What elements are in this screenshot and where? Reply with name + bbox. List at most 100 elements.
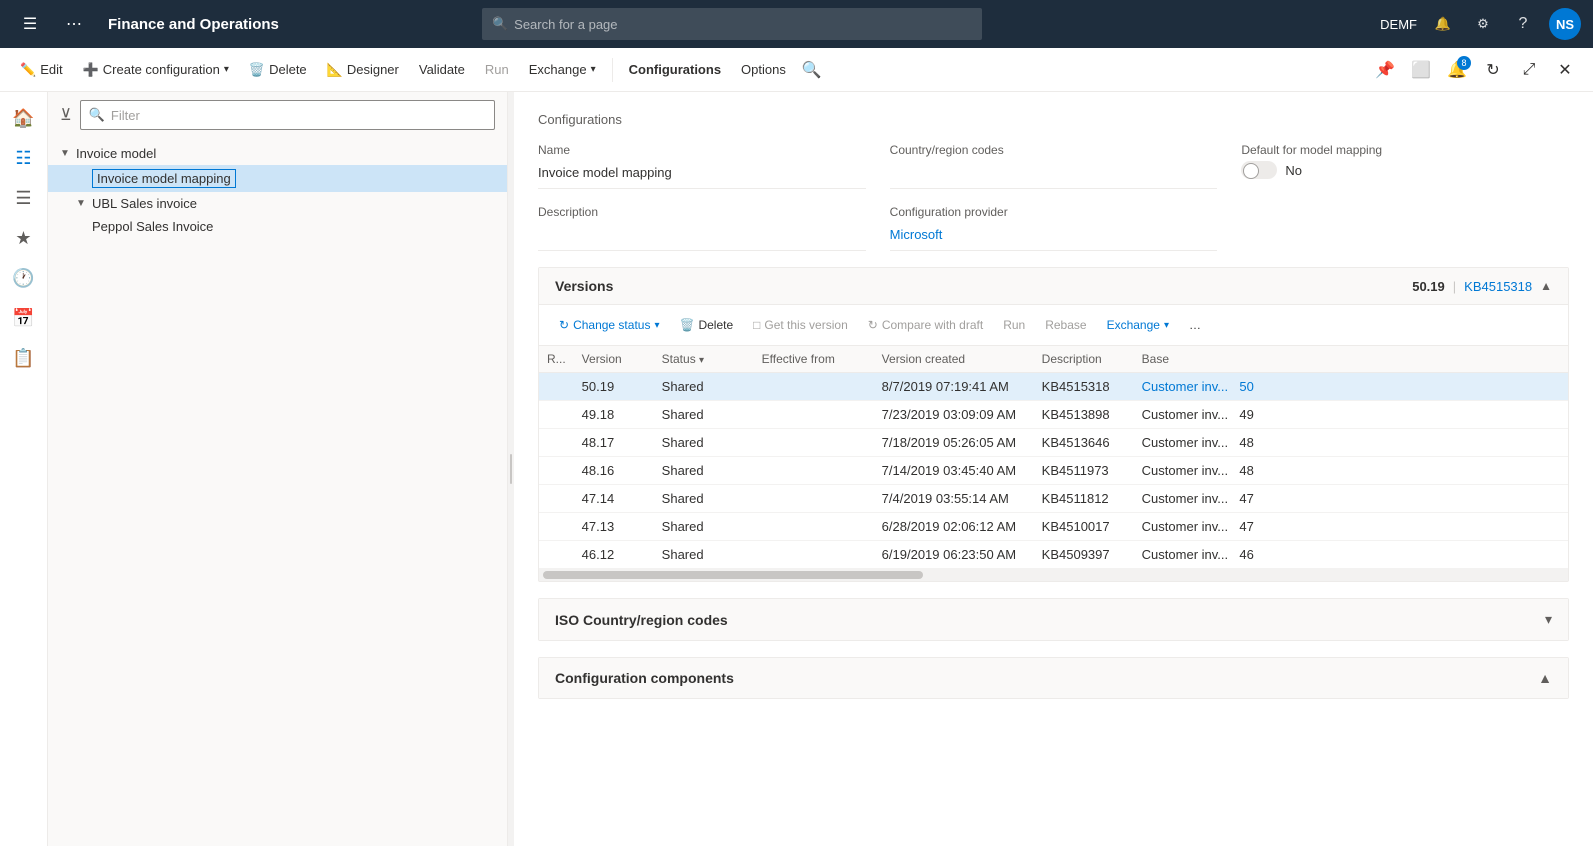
filter-funnel-icon: ⊻ — [60, 105, 72, 125]
country-region-codes-field: Country/region codes — [890, 143, 1218, 189]
versions-exchange-button[interactable]: Exchange ▾ — [1099, 311, 1177, 339]
cell-version-created: 7/14/2019 03:45:40 AM — [874, 457, 1034, 485]
list-icon[interactable]: ☰ — [6, 180, 42, 216]
table-row[interactable]: 47.14 Shared 7/4/2019 03:55:14 AM KB4511… — [539, 485, 1568, 513]
versions-badge: 50.19 | KB4515318 ▲ — [1412, 279, 1552, 294]
versions-section: Versions 50.19 | KB4515318 ▲ ↻ Change st… — [538, 267, 1569, 582]
run-button[interactable]: Run — [477, 54, 517, 86]
cell-status: Shared — [654, 485, 754, 513]
th-version[interactable]: Version — [574, 346, 654, 373]
filter-icon[interactable]: ☷ — [6, 140, 42, 176]
close-icon[interactable]: ✕ — [1549, 54, 1581, 86]
default-model-mapping-toggle[interactable] — [1241, 161, 1277, 179]
calendar-icon[interactable]: 📅 — [6, 300, 42, 336]
app-title: Finance and Operations — [108, 16, 279, 33]
edit-icon: ✏️ — [20, 62, 36, 78]
demf-label: DEMF — [1380, 17, 1417, 32]
exchange-button[interactable]: Exchange ▾ — [521, 54, 604, 86]
hamburger-menu-icon[interactable]: ☰ — [12, 6, 48, 42]
table-row[interactable]: 46.12 Shared 6/19/2019 06:23:50 AM KB450… — [539, 541, 1568, 569]
cell-effective-from — [754, 541, 874, 569]
checklist-icon[interactable]: 📋 — [6, 340, 42, 376]
star-icon[interactable]: ★ — [6, 220, 42, 256]
divider — [612, 58, 613, 82]
create-configuration-button[interactable]: ➕ Create configuration ▾ — [75, 54, 237, 86]
table-row[interactable]: 47.13 Shared 6/28/2019 02:06:12 AM KB451… — [539, 513, 1568, 541]
delete-button[interactable]: 🗑️ Delete — [241, 54, 315, 86]
versions-collapse-icon[interactable]: ▲ — [1540, 279, 1552, 293]
change-status-button[interactable]: ↻ Change status ▾ — [551, 311, 667, 339]
tree-item-invoice-model-mapping[interactable]: Invoice model mapping — [48, 165, 507, 192]
cell-effective-from — [754, 429, 874, 457]
versions-run-button[interactable]: Run — [995, 311, 1033, 339]
top-navigation: ☰ ⋯ Finance and Operations 🔍 DEMF 🔔 ⚙ ? … — [0, 0, 1593, 48]
peppol-sales-invoice-label: Peppol Sales Invoice — [92, 219, 213, 234]
open-new-icon[interactable]: ⤢ — [1513, 54, 1545, 86]
command-bar: ✏️ Edit ➕ Create configuration ▾ 🗑️ Dele… — [0, 48, 1593, 92]
configurations-button[interactable]: Configurations — [621, 54, 729, 86]
waffle-icon[interactable]: ⋯ — [56, 6, 92, 42]
compare-with-draft-button[interactable]: ↻ Compare with draft — [860, 311, 991, 339]
cell-r — [539, 429, 574, 457]
name-value: Invoice model mapping — [538, 161, 866, 189]
tree-item-peppol-sales-invoice[interactable]: Peppol Sales Invoice — [48, 215, 507, 238]
table-row[interactable]: 50.19 Shared 8/7/2019 07:19:41 AM KB4515… — [539, 373, 1568, 401]
settings-icon[interactable]: ⚙ — [1469, 10, 1497, 38]
th-effective-from[interactable]: Effective from — [754, 346, 874, 373]
options-button[interactable]: Options — [733, 54, 794, 86]
cell-status: Shared — [654, 541, 754, 569]
more-options-button[interactable]: … — [1181, 311, 1209, 339]
table-row[interactable]: 48.16 Shared 7/14/2019 03:45:40 AM KB451… — [539, 457, 1568, 485]
search-bar[interactable]: 🔍 — [482, 8, 982, 40]
cell-version-created: 7/18/2019 05:26:05 AM — [874, 429, 1034, 457]
help-icon[interactable]: ? — [1509, 10, 1537, 38]
table-row[interactable]: 48.17 Shared 7/18/2019 05:26:05 AM KB451… — [539, 429, 1568, 457]
invoice-model-label: Invoice model — [76, 146, 156, 161]
search-cmd-icon[interactable]: 🔍 — [802, 60, 822, 80]
designer-button[interactable]: 📐 Designer — [319, 54, 407, 86]
description-field: Description — [538, 205, 866, 251]
home-icon[interactable]: 🏠 — [6, 100, 42, 136]
expand-icon[interactable]: ⬜ — [1405, 54, 1437, 86]
horizontal-scrollbar[interactable] — [539, 569, 1568, 581]
tree-collapse-ubl-icon: ▼ — [76, 198, 88, 209]
cell-r — [539, 457, 574, 485]
th-description[interactable]: Description — [1034, 346, 1134, 373]
cell-base: Customer inv... 47 — [1134, 485, 1568, 513]
status-filter-icon[interactable]: ▾ — [699, 355, 704, 366]
search-icon: 🔍 — [492, 16, 508, 32]
main-layout: 🏠 ☷ ☰ ★ 🕐 📅 📋 ⊻ 🔍 ▼ Invoice model Invoic… — [0, 92, 1593, 846]
search-input[interactable] — [514, 17, 972, 32]
get-this-version-button[interactable]: □ Get this version — [745, 311, 856, 339]
pin-icon[interactable]: 📌 — [1369, 54, 1401, 86]
tree-item-ubl-sales-invoice[interactable]: ▼ UBL Sales invoice — [48, 192, 507, 215]
cell-status: Shared — [654, 373, 754, 401]
scrollbar-thumb[interactable] — [543, 571, 923, 579]
edit-button[interactable]: ✏️ Edit — [12, 54, 71, 86]
configuration-tree: ▼ Invoice model Invoice model mapping ▼ … — [48, 138, 507, 846]
th-status[interactable]: Status ▾ — [654, 346, 754, 373]
filter-input[interactable] — [111, 108, 486, 123]
table-row[interactable]: 49.18 Shared 7/23/2019 03:09:09 AM KB451… — [539, 401, 1568, 429]
versions-table-scroll[interactable]: R... Version Status ▾ Effective from Ver… — [539, 346, 1568, 569]
rebase-button[interactable]: Rebase — [1037, 311, 1094, 339]
notifications-icon[interactable]: 🔔 — [1429, 10, 1457, 38]
versions-header: Versions 50.19 | KB4515318 ▲ — [539, 268, 1568, 305]
change-status-icon: ↻ — [559, 318, 569, 332]
iso-section-header[interactable]: ISO Country/region codes ▾ — [539, 599, 1568, 640]
th-base[interactable]: Base — [1134, 346, 1568, 373]
kb-number: KB4515318 — [1464, 279, 1532, 294]
notification-badge-icon[interactable]: 🔔8 — [1441, 54, 1473, 86]
avatar[interactable]: NS — [1549, 8, 1581, 40]
default-model-mapping-value: No — [1285, 163, 1302, 178]
clock-icon[interactable]: 🕐 — [6, 260, 42, 296]
refresh-icon[interactable]: ↻ — [1477, 54, 1509, 86]
change-status-chevron: ▾ — [654, 320, 659, 331]
config-components-header[interactable]: Configuration components ▲ — [539, 658, 1568, 698]
validate-button[interactable]: Validate — [411, 54, 473, 86]
filter-input-wrap[interactable]: 🔍 — [80, 100, 495, 130]
versions-delete-button[interactable]: 🗑️ Delete — [671, 311, 741, 339]
config-provider-value[interactable]: Microsoft — [890, 223, 1218, 251]
th-version-created[interactable]: Version created — [874, 346, 1034, 373]
tree-item-invoice-model[interactable]: ▼ Invoice model — [48, 142, 507, 165]
